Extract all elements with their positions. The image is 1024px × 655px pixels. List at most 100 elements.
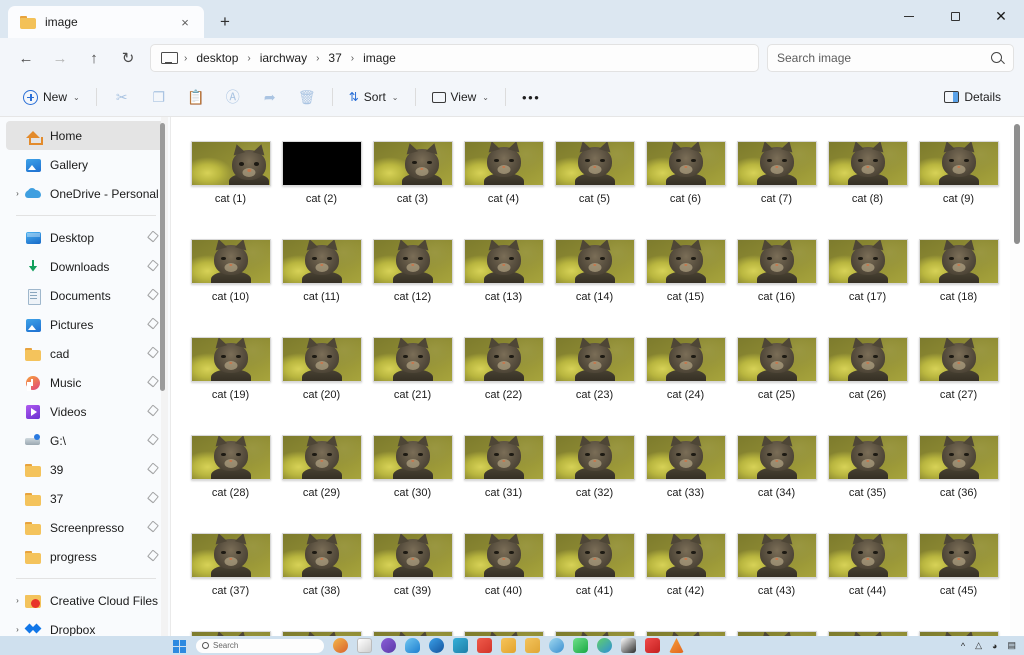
file-item[interactable]: cat (26): [823, 337, 913, 435]
pin-icon[interactable]: [145, 405, 158, 418]
breadcrumb-item-37[interactable]: 37: [322, 48, 347, 68]
file-item[interactable]: cat (35): [823, 435, 913, 533]
sidebar-scrollbar-thumb[interactable]: [160, 123, 165, 391]
file-item[interactable]: cat (27): [914, 337, 1004, 435]
taskbar-app-icon[interactable]: [381, 638, 396, 653]
taskbar-app-icon[interactable]: [525, 638, 540, 653]
close-window-button[interactable]: ✕: [978, 0, 1024, 32]
chevron-up-icon[interactable]: ^: [961, 641, 965, 651]
taskbar-app-icon[interactable]: [357, 638, 372, 653]
pin-icon[interactable]: [145, 289, 158, 302]
file-item[interactable]: cat (28): [186, 435, 276, 533]
share-button[interactable]: ➦: [252, 82, 288, 112]
file-item[interactable]: cat (32): [550, 435, 640, 533]
sidebar-item-downloads[interactable]: › Downloads: [6, 252, 164, 281]
chevron-right-icon[interactable]: ›: [10, 596, 25, 605]
file-item[interactable]: cat (33): [641, 435, 731, 533]
file-item[interactable]: cat (25): [732, 337, 822, 435]
file-item[interactable]: cat (10): [186, 239, 276, 337]
more-options-button[interactable]: •••: [513, 82, 549, 112]
file-item[interactable]: cat (41): [550, 533, 640, 631]
file-item[interactable]: cat (34): [732, 435, 822, 533]
network-icon[interactable]: △: [975, 640, 982, 651]
sidebar-item-37[interactable]: › 37: [6, 484, 164, 513]
sidebar-item-documents[interactable]: › Documents: [6, 281, 164, 310]
sidebar-item-creative-cloud-files[interactable]: › Creative Cloud Files: [6, 586, 164, 615]
file-item[interactable]: cat (38): [277, 533, 367, 631]
delete-button[interactable]: 🗑: [289, 82, 325, 112]
file-item[interactable]: cat (19): [186, 337, 276, 435]
start-button-icon[interactable]: [173, 639, 187, 653]
taskbar-app-icon[interactable]: [405, 638, 420, 653]
maximize-button[interactable]: [932, 0, 978, 32]
back-button[interactable]: ←: [10, 43, 42, 73]
sort-button[interactable]: ⇅ Sort ⌄: [340, 82, 408, 112]
sidebar-item-39[interactable]: › 39: [6, 455, 164, 484]
taskbar-app-icon[interactable]: [453, 638, 468, 653]
file-item[interactable]: cat (17): [823, 239, 913, 337]
content-scrollbar-track[interactable]: [1010, 117, 1024, 655]
sidebar-item-pictures[interactable]: › Pictures: [6, 310, 164, 339]
file-item[interactable]: cat (9): [914, 141, 1004, 239]
file-item[interactable]: cat (3): [368, 141, 458, 239]
pin-icon[interactable]: [145, 434, 158, 447]
sidebar-item-g[interactable]: › G:\: [6, 426, 164, 455]
file-item[interactable]: cat (2): [277, 141, 367, 239]
taskbar-app-icon[interactable]: [429, 638, 444, 653]
taskbar-app-icon[interactable]: [573, 638, 588, 653]
sidebar-item-progress[interactable]: › progress: [6, 542, 164, 571]
up-button[interactable]: ↑: [78, 43, 110, 73]
pin-icon[interactable]: [145, 318, 158, 331]
view-button[interactable]: View ⌄: [423, 82, 499, 112]
sidebar-item-onedrive-personal[interactable]: › OneDrive - Personal: [6, 179, 164, 208]
pin-icon[interactable]: [145, 347, 158, 360]
file-item[interactable]: cat (29): [277, 435, 367, 533]
search-box[interactable]: [767, 44, 1014, 72]
file-item[interactable]: cat (5): [550, 141, 640, 239]
close-tab-icon[interactable]: ×: [174, 11, 196, 33]
file-item[interactable]: cat (42): [641, 533, 731, 631]
file-item[interactable]: cat (39): [368, 533, 458, 631]
file-item[interactable]: cat (45): [914, 533, 1004, 631]
file-item[interactable]: cat (23): [550, 337, 640, 435]
file-item[interactable]: cat (31): [459, 435, 549, 533]
pin-icon[interactable]: [145, 231, 158, 244]
file-item[interactable]: cat (12): [368, 239, 458, 337]
forward-button[interactable]: →: [44, 43, 76, 73]
taskbar-app-icon[interactable]: [549, 638, 564, 653]
file-item[interactable]: cat (4): [459, 141, 549, 239]
file-item[interactable]: cat (37): [186, 533, 276, 631]
tab-image[interactable]: image ×: [8, 6, 204, 38]
file-item[interactable]: cat (43): [732, 533, 822, 631]
minimize-button[interactable]: [886, 0, 932, 32]
taskbar-app-icon[interactable]: [645, 638, 660, 653]
cut-button[interactable]: ✂: [104, 82, 140, 112]
file-item[interactable]: cat (20): [277, 337, 367, 435]
breadcrumb-item-desktop[interactable]: desktop: [190, 48, 244, 68]
taskbar-app-icon[interactable]: [597, 638, 612, 653]
sidebar-item-screenpresso[interactable]: › Screenpresso: [6, 513, 164, 542]
volume-icon[interactable]: ◕: [992, 641, 997, 651]
sidebar-item-desktop[interactable]: › Desktop: [6, 223, 164, 252]
file-item[interactable]: cat (1): [186, 141, 276, 239]
pin-icon[interactable]: [145, 260, 158, 273]
file-item[interactable]: cat (24): [641, 337, 731, 435]
refresh-button[interactable]: ↻: [112, 43, 144, 73]
file-item[interactable]: cat (30): [368, 435, 458, 533]
taskbar-app-icon[interactable]: [333, 638, 348, 653]
file-item[interactable]: cat (16): [732, 239, 822, 337]
pin-icon[interactable]: [145, 550, 158, 563]
file-item[interactable]: cat (21): [368, 337, 458, 435]
pin-icon[interactable]: [145, 521, 158, 534]
file-item[interactable]: cat (7): [732, 141, 822, 239]
new-tab-button[interactable]: +: [210, 8, 240, 36]
taskbar-app-icon[interactable]: [621, 638, 636, 653]
file-item[interactable]: cat (36): [914, 435, 1004, 533]
file-item[interactable]: cat (40): [459, 533, 549, 631]
taskbar-search-box[interactable]: Search: [196, 638, 324, 653]
sidebar-scrollbar-track[interactable]: [160, 117, 168, 655]
breadcrumb-item-image[interactable]: image: [357, 48, 402, 68]
file-item[interactable]: cat (15): [641, 239, 731, 337]
sidebar-item-music[interactable]: › Music: [6, 368, 164, 397]
new-button[interactable]: New ⌄: [14, 82, 89, 112]
